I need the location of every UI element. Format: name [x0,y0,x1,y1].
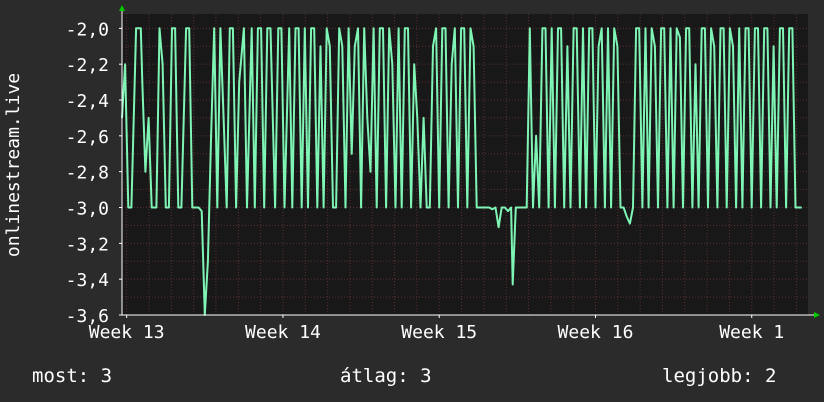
y-tick-label: -2,4 [66,91,109,112]
x-tick-label: Week 16 [558,322,634,343]
x-tick-label: Week 1 [719,322,784,343]
y-tick-label: -3,4 [66,270,109,291]
y-tick-label: -2,0 [66,19,109,40]
best-value-label: legjobb: 2 [662,365,776,387]
average-value-label: átlag: 3 [340,365,432,387]
y-tick-label: -2,6 [66,127,109,148]
y-axis-title: onlinestream.live [3,73,24,257]
x-tick-label: Week 14 [245,322,321,343]
x-tick-label: Week 13 [89,322,165,343]
y-tick-label: -3,2 [66,234,109,255]
x-tick-label: Week 15 [401,322,477,343]
y-tick-label: -3,0 [66,199,109,220]
chart-svg: -2,0-2,2-2,4-2,6-2,8-3,0-3,2-3,4-3,6 Wee… [0,0,824,402]
y-tick-label: -2,2 [66,55,109,76]
current-value-label: most: 3 [32,365,112,387]
y-tick-label: -2,8 [66,163,109,184]
